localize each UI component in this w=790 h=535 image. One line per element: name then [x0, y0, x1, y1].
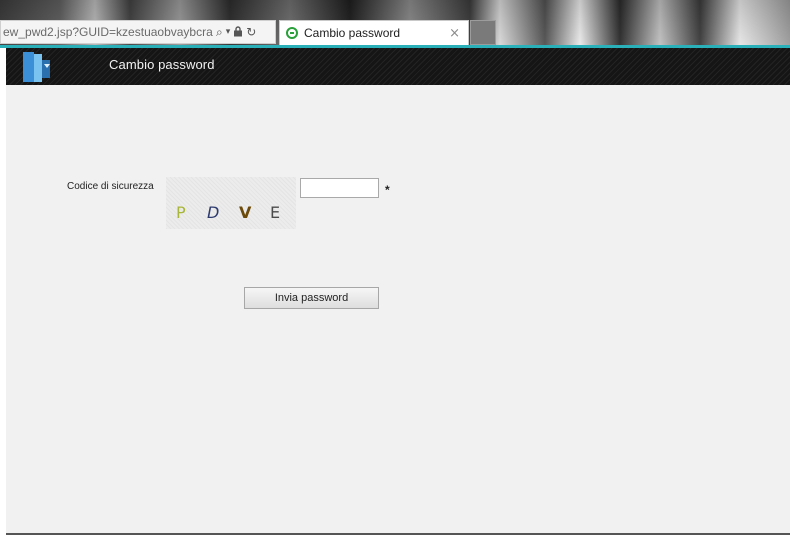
search-icon[interactable]: ⌕: [216, 26, 223, 38]
tab-title: Cambio password: [304, 26, 401, 40]
captcha-char: V: [239, 203, 252, 222]
required-marker: *: [385, 183, 390, 197]
address-url[interactable]: ew_pwd2.jsp?GUID=kzestuaobvaybcrakqc: [3, 25, 213, 39]
refresh-icon[interactable]: ↻: [246, 26, 256, 38]
captcha-image: P D V E: [166, 177, 296, 229]
captcha-char: E: [270, 203, 281, 222]
green-circle-icon: [286, 27, 298, 39]
lock-icon[interactable]: [233, 25, 243, 39]
page-content: [6, 85, 790, 533]
captcha-char: D: [207, 203, 220, 222]
new-tab-button[interactable]: [470, 20, 496, 45]
send-password-button[interactable]: Invia password: [244, 287, 379, 309]
address-bar[interactable]: ew_pwd2.jsp?GUID=kzestuaobvaybcrakqc ⌕ ▾…: [0, 20, 276, 44]
captcha-input[interactable]: [300, 178, 379, 198]
captcha-label: Codice di sicurezza: [67, 181, 154, 192]
screenshot-root: ew_pwd2.jsp?GUID=kzestuaobvaybcrakqc ⌕ ▾…: [0, 0, 790, 535]
page-title: Cambio password: [109, 57, 215, 72]
dropdown-icon[interactable]: ▾: [226, 27, 231, 37]
app-logo-icon: [20, 50, 56, 84]
app-header: Cambio password: [6, 48, 790, 85]
close-icon[interactable]: ×: [449, 26, 460, 41]
browser-tab[interactable]: Cambio password ×: [279, 20, 469, 45]
captcha-char: P: [176, 203, 186, 222]
